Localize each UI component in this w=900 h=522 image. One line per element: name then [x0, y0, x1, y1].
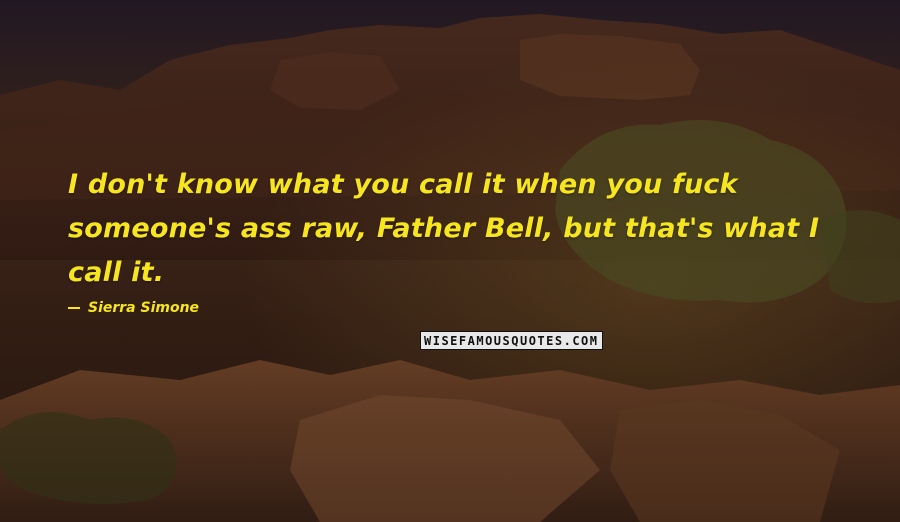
quote-text: I don't know what you call it when you f… — [68, 169, 820, 288]
quote-author: Sierra Simone — [68, 300, 199, 316]
wisefamousquotes-logo: WISEFAMOUSQUOTES.COM — [420, 331, 603, 350]
quote-card: I don't know what you call it when you f… — [0, 0, 900, 522]
author-name: Sierra Simone — [88, 300, 200, 316]
author-dash — [68, 307, 80, 309]
